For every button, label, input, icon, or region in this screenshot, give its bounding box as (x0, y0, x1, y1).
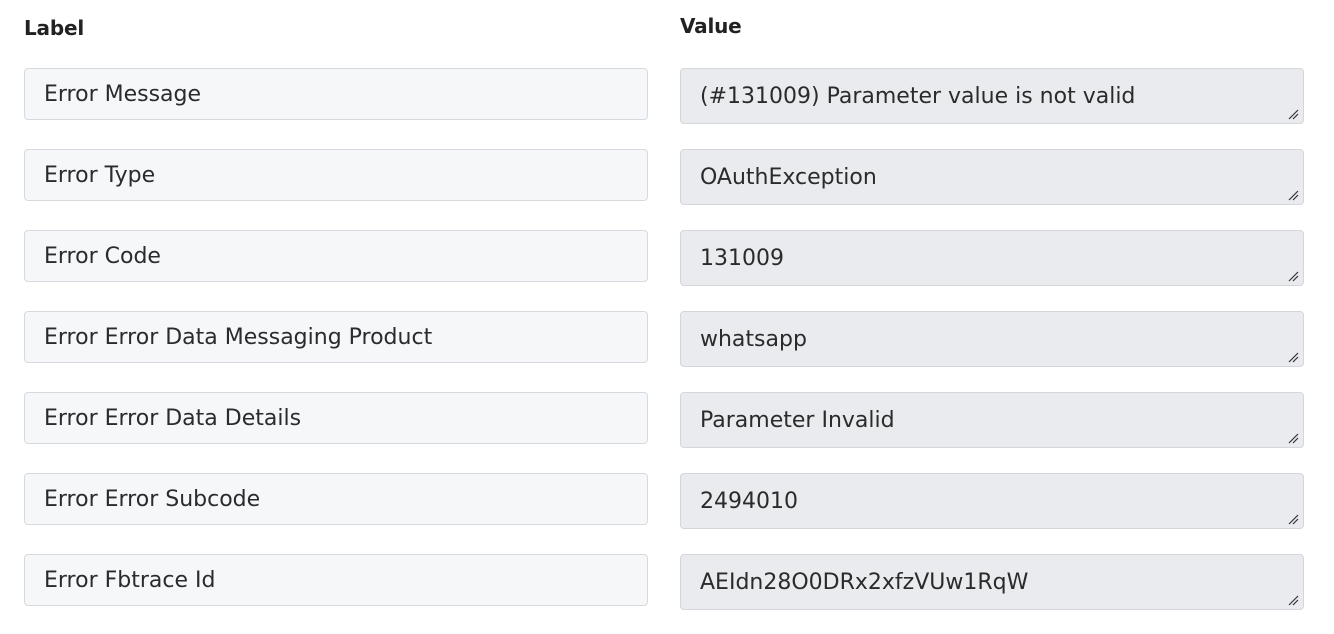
resize-handle-icon[interactable] (1287, 432, 1299, 444)
field-row-error-details: Error Error Data Details Parameter Inval… (0, 392, 1334, 452)
value-textarea[interactable]: 2494010 (680, 473, 1304, 529)
resize-handle-icon[interactable] (1287, 270, 1299, 282)
label-text: Error Error Data Details (44, 405, 302, 431)
value-text: OAuthException (700, 164, 877, 190)
label-text: Error Message (44, 81, 202, 107)
label-input[interactable]: Error Type (24, 149, 648, 201)
label-input[interactable]: Error Message (24, 68, 648, 120)
field-list: Error Message (#131009) Parameter value … (0, 0, 1334, 634)
value-text: (#131009) Parameter value is not valid (700, 83, 1136, 109)
value-textarea[interactable]: 131009 (680, 230, 1304, 286)
resize-handle-icon[interactable] (1287, 189, 1299, 201)
value-text: 2494010 (700, 488, 798, 514)
field-row-error-subcode: Error Error Subcode 2494010 (0, 473, 1334, 533)
field-row-error-code: Error Code 131009 (0, 230, 1334, 290)
value-textarea[interactable]: (#131009) Parameter value is not valid (680, 68, 1304, 124)
value-textarea[interactable]: OAuthException (680, 149, 1304, 205)
label-input[interactable]: Error Code (24, 230, 648, 282)
field-row-error-message: Error Message (#131009) Parameter value … (0, 68, 1334, 128)
value-text: AEIdn28O0DRx2xfzVUw1RqW (700, 569, 1029, 595)
value-textarea[interactable]: whatsapp (680, 311, 1304, 367)
label-text: Error Code (44, 243, 161, 269)
resize-handle-icon[interactable] (1287, 351, 1299, 363)
value-text: whatsapp (700, 326, 807, 352)
value-textarea[interactable]: AEIdn28O0DRx2xfzVUw1RqW (680, 554, 1304, 610)
label-input[interactable]: Error Error Data Messaging Product (24, 311, 648, 363)
label-text: Error Error Data Messaging Product (44, 324, 433, 350)
label-input[interactable]: Error Error Data Details (24, 392, 648, 444)
value-text: 131009 (700, 245, 784, 271)
field-row-fbtrace-id: Error Fbtrace Id AEIdn28O0DRx2xfzVUw1RqW (0, 554, 1334, 614)
label-input[interactable]: Error Fbtrace Id (24, 554, 648, 606)
label-input[interactable]: Error Error Subcode (24, 473, 648, 525)
resize-handle-icon[interactable] (1287, 513, 1299, 525)
resize-handle-icon[interactable] (1287, 594, 1299, 606)
label-text: Error Fbtrace Id (44, 567, 216, 593)
value-text: Parameter Invalid (700, 407, 895, 433)
resize-handle-icon[interactable] (1287, 108, 1299, 120)
value-textarea[interactable]: Parameter Invalid (680, 392, 1304, 448)
label-text: Error Error Subcode (44, 486, 261, 512)
label-text: Error Type (44, 162, 156, 188)
field-row-messaging-product: Error Error Data Messaging Product whats… (0, 311, 1334, 371)
field-row-error-type: Error Type OAuthException (0, 149, 1334, 209)
